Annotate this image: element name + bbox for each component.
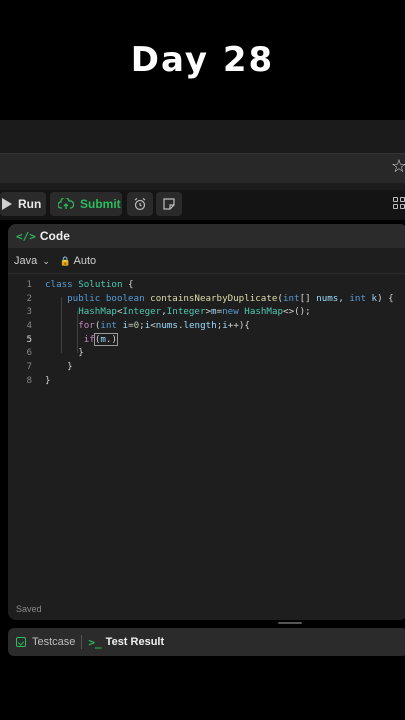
- submit-button[interactable]: Submit: [50, 192, 122, 216]
- line-number: 5: [26, 333, 32, 345]
- code-editor[interactable]: 1 class Solution { 2 public boolean cont…: [8, 278, 405, 388]
- panel-title: Code: [39, 229, 70, 243]
- auto-mode[interactable]: 🔒 Auto: [60, 255, 96, 267]
- code-line: 2 public boolean containsNearbyDuplicate…: [8, 292, 405, 306]
- run-button[interactable]: Run: [0, 192, 46, 216]
- chevron-down-icon: ⌄: [42, 255, 50, 266]
- star-icon[interactable]: ☆: [391, 156, 405, 177]
- tab-divider: [81, 635, 83, 649]
- code-line: 4 for(int i=0;i<nums.length;i++){: [8, 319, 405, 333]
- editor-toolbar: Run Submit: [0, 190, 405, 220]
- play-icon: [2, 198, 12, 210]
- line-number: 4: [26, 320, 32, 332]
- address-bar[interactable]: [0, 153, 405, 183]
- code-line: 5 if(m.): [8, 332, 405, 347]
- language-select[interactable]: Java ⌄: [14, 255, 50, 267]
- code-panel: </> Code Java ⌄ 🔒 Auto 1 class Solution …: [8, 224, 405, 620]
- tab-testcase[interactable]: Testcase: [32, 636, 75, 648]
- lock-icon: 🔒: [59, 255, 72, 266]
- bottom-tab-bar: Testcase >_ Test Result: [8, 628, 405, 656]
- line-number: 6: [26, 347, 32, 359]
- code-line: 1 class Solution {: [8, 278, 405, 292]
- alarm-clock-icon[interactable]: [127, 192, 153, 216]
- checkbox-icon: [16, 637, 26, 647]
- grid-layout-icon[interactable]: [393, 197, 405, 209]
- note-icon[interactable]: [156, 192, 182, 216]
- code-line: 8 }: [8, 374, 405, 388]
- editor-options-row: Java ⌄ 🔒 Auto: [8, 248, 405, 274]
- line-number: 2: [26, 292, 32, 304]
- run-label: Run: [18, 197, 42, 211]
- code-line: 6 }: [8, 346, 405, 360]
- code-line: 7 }: [8, 360, 405, 374]
- line-number: 3: [26, 306, 32, 318]
- video-overlay-title: Day 28: [130, 40, 275, 80]
- submit-label: Submit: [80, 197, 121, 211]
- line-number: 8: [26, 374, 32, 386]
- line-number: 1: [26, 279, 32, 290]
- resize-handle[interactable]: [278, 622, 302, 624]
- code-icon: </>: [16, 229, 36, 243]
- terminal-icon: >_: [88, 635, 102, 649]
- panel-header: </> Code: [8, 224, 405, 248]
- line-number: 7: [26, 361, 32, 373]
- tab-test-result[interactable]: Test Result: [106, 636, 164, 648]
- code-line: 3 HashMap<Integer,Integer>m=new HashMap<…: [8, 305, 405, 319]
- cloud-upload-icon: [58, 198, 74, 209]
- save-status: Saved: [16, 604, 42, 614]
